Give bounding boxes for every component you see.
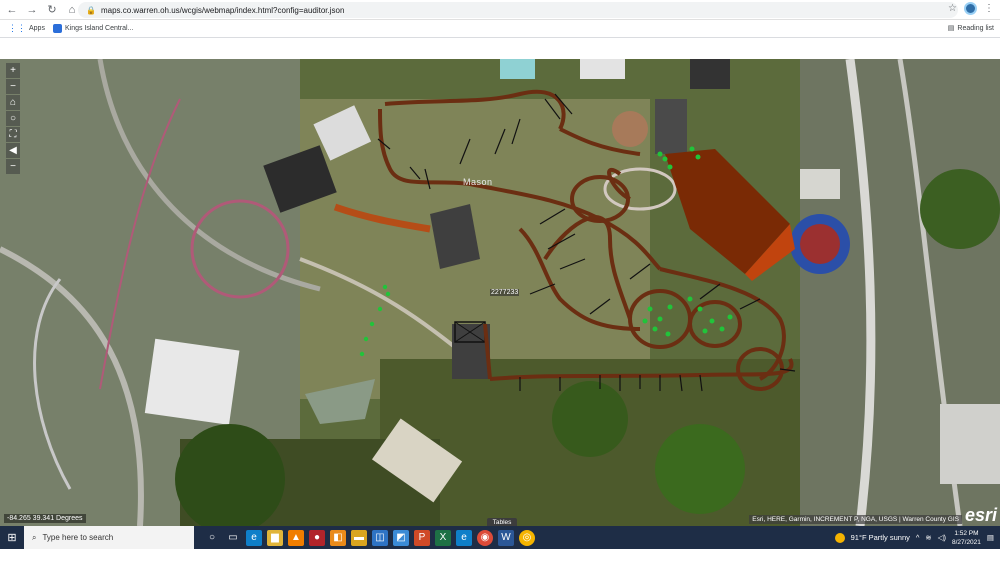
edge-icon[interactable]: e bbox=[246, 529, 262, 546]
vlc-icon[interactable]: ▲ bbox=[288, 529, 304, 546]
page-header-blank bbox=[0, 38, 1000, 59]
apps-grid-icon: ⋮⋮ bbox=[8, 23, 26, 33]
esri-logo: esri bbox=[964, 505, 997, 525]
bookmark-apps[interactable]: ⋮⋮ Apps bbox=[8, 23, 45, 34]
map-toolbar: + − ⌂ ○ ⛶ ◀ − bbox=[6, 63, 20, 174]
bookmarks-bar: ⋮⋮ Apps Kings Island Central... ▤ Readin… bbox=[0, 20, 1000, 38]
coordinate-readout: -84.265 39.341 Degrees bbox=[4, 514, 86, 523]
home-extent-button[interactable]: ⌂ bbox=[6, 95, 20, 110]
star-icon[interactable]: ☆ bbox=[948, 3, 957, 14]
bookmark-label: Kings Island Central... bbox=[64, 25, 134, 32]
zoom-in-button[interactable]: + bbox=[6, 63, 20, 78]
url-text: maps.co.warren.oh.us/wcgis/webmap/index.… bbox=[100, 5, 345, 15]
reading-list-label: Reading list bbox=[957, 24, 994, 32]
parcel-id-label[interactable]: 2277233 bbox=[490, 289, 520, 296]
bookmark-kings-island[interactable]: Kings Island Central... bbox=[52, 24, 134, 33]
chrome-icon[interactable]: ◉ bbox=[477, 529, 493, 546]
parcel-pad bbox=[655, 99, 687, 154]
search-icon: ⌕ bbox=[32, 532, 37, 542]
app-blue-icon[interactable]: ◫ bbox=[372, 529, 388, 546]
map-attribution: Esri, HERE, Garmin, INCREMENT P, NGA, US… bbox=[749, 515, 962, 524]
fullscreen-button[interactable]: ⛶ bbox=[6, 127, 20, 142]
file-explorer-icon[interactable]: ▆ bbox=[267, 529, 283, 546]
browser-toolbar: ← → ↻ ⌂ 🔒 maps.co.warren.oh.us/wcgis/web… bbox=[0, 0, 1000, 20]
app-chart-icon[interactable]: ◩ bbox=[393, 529, 409, 546]
volume-icon[interactable]: ◁) bbox=[938, 533, 946, 542]
back-arrow-icon[interactable]: ← bbox=[4, 2, 20, 18]
profile-avatar[interactable] bbox=[964, 2, 977, 15]
weather-icon bbox=[834, 532, 845, 543]
excel-icon[interactable]: X bbox=[435, 529, 451, 546]
reading-list-button[interactable]: ▤ Reading list bbox=[947, 24, 994, 33]
taskbar-search[interactable]: ⌕ Type here to search bbox=[24, 526, 194, 549]
bottom-margin bbox=[0, 549, 1000, 563]
bookmark-favicon-icon bbox=[52, 24, 62, 33]
windows-start-icon[interactable]: ⊞ bbox=[0, 526, 24, 549]
app-orange-icon[interactable]: ◧ bbox=[330, 529, 346, 546]
app-folder-icon[interactable]: ▬ bbox=[351, 529, 367, 546]
previous-extent-button[interactable]: ◀ bbox=[6, 143, 20, 158]
cortana-icon[interactable]: ○ bbox=[204, 530, 220, 546]
bookmark-label: Apps bbox=[29, 25, 45, 32]
weather-text[interactable]: 91°F Partly sunny bbox=[851, 533, 910, 542]
lock-icon: 🔒 bbox=[86, 5, 96, 15]
place-label: Mason bbox=[463, 177, 493, 187]
tray-up-arrow-icon[interactable]: ^ bbox=[916, 533, 920, 542]
reading-list-icon: ▤ bbox=[947, 25, 955, 32]
reload-icon[interactable]: ↻ bbox=[44, 2, 60, 18]
task-view-icon[interactable]: ▭ bbox=[225, 530, 241, 546]
search-placeholder: Type here to search bbox=[42, 533, 114, 542]
clock[interactable]: 1:52 PM 8/27/2021 bbox=[952, 529, 981, 547]
app-yellow-icon[interactable]: ◎ bbox=[519, 529, 535, 546]
ie-icon[interactable]: e bbox=[456, 529, 472, 546]
app-red-icon[interactable]: ● bbox=[309, 529, 325, 546]
network-icon[interactable]: ≋ bbox=[925, 533, 931, 542]
notifications-icon[interactable]: ▤ bbox=[987, 533, 994, 542]
menu-kebab-icon[interactable]: ⋮ bbox=[984, 3, 994, 14]
clock-date: 8/27/2021 bbox=[951, 538, 981, 546]
powerpoint-icon[interactable]: P bbox=[414, 529, 430, 546]
address-bar[interactable]: 🔒 maps.co.warren.oh.us/wcgis/webmap/inde… bbox=[78, 2, 958, 18]
locate-button[interactable]: ○ bbox=[6, 111, 20, 126]
forward-arrow-icon[interactable]: → bbox=[24, 2, 40, 18]
minus-tool-button[interactable]: − bbox=[6, 159, 20, 174]
zoom-out-button[interactable]: − bbox=[6, 79, 20, 94]
word-icon[interactable]: W bbox=[498, 529, 514, 546]
windows-taskbar: ⊞ ⌕ Type here to search ○ ▭ e ▆ ▲ ● ◧ ▬ … bbox=[0, 526, 1000, 549]
clock-time: 1:52 PM bbox=[954, 529, 979, 537]
system-tray: 91°F Partly sunny ^ ≋ ◁) 1:52 PM 8/27/20… bbox=[834, 526, 994, 549]
